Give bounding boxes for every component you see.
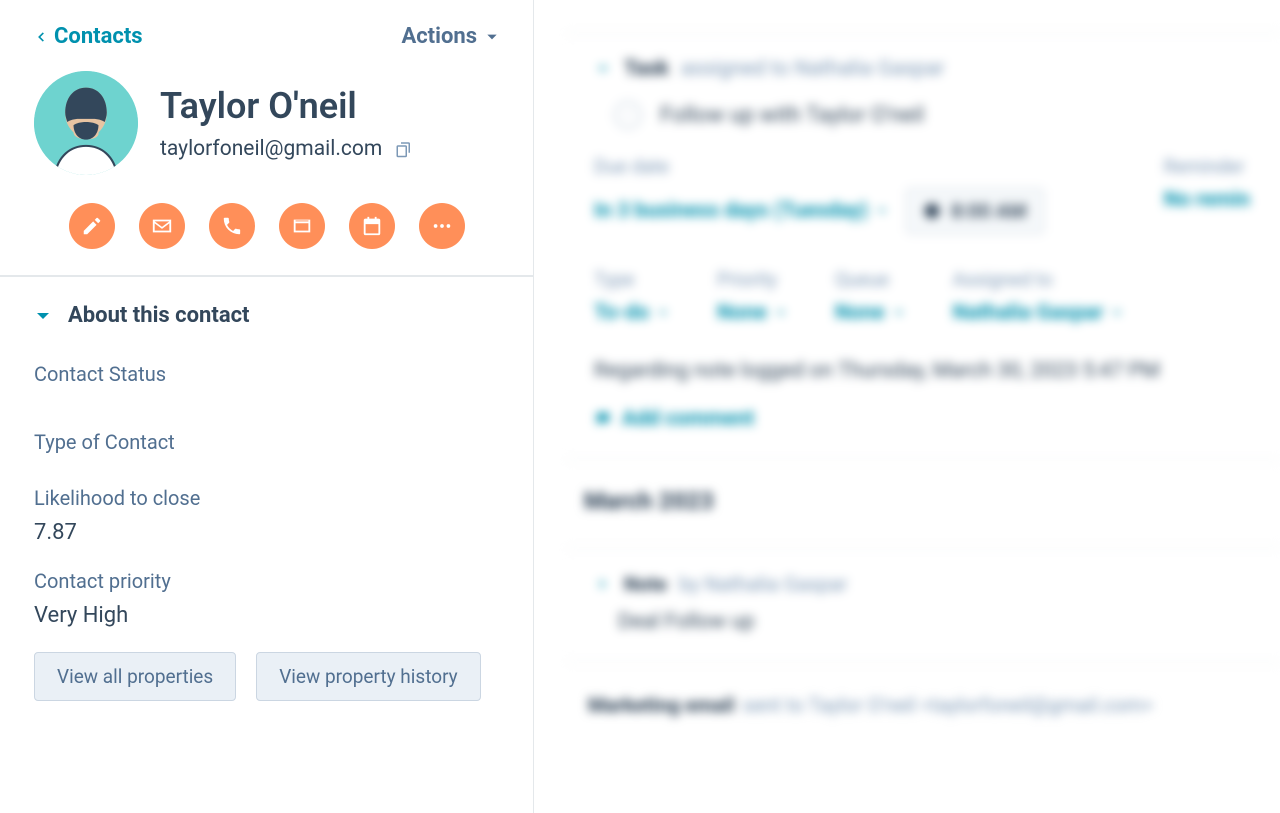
window-icon: [291, 215, 313, 237]
contact-status-label: Contact Status: [34, 362, 499, 386]
due-time-value: 8:00 AM: [951, 199, 1027, 223]
task-complete-checkbox[interactable]: [614, 101, 642, 129]
actions-menu[interactable]: Actions: [401, 24, 499, 49]
priority-value: None: [717, 301, 767, 325]
add-comment-label: Add comment: [622, 407, 754, 431]
assigned-to-label: Assigned to: [953, 268, 1124, 291]
contact-priority-label: Contact priority: [34, 569, 499, 593]
queue-label: Queue: [835, 268, 905, 291]
avatar[interactable]: [34, 71, 138, 175]
note-button[interactable]: [69, 203, 115, 249]
activity-timeline: Task assigned to Nathalia Gaspar Follow …: [534, 0, 1280, 813]
caret-down-icon: [485, 30, 499, 44]
likelihood-to-close-value: 7.87: [34, 520, 499, 545]
call-button[interactable]: [209, 203, 255, 249]
assigned-to-selector[interactable]: Nathalia Gaspar: [953, 301, 1124, 325]
note-entity-label: Note: [624, 572, 667, 596]
envelope-icon: [151, 215, 173, 237]
log-button[interactable]: [279, 203, 325, 249]
add-comment-button[interactable]: Add comment: [594, 407, 754, 431]
contact-left-panel: Contacts Actions Taylor O'neil: [0, 0, 534, 813]
likelihood-to-close-label: Likelihood to close: [34, 486, 499, 510]
queue-selector[interactable]: None: [835, 301, 905, 325]
phone-icon: [221, 215, 243, 237]
assigned-to-value: Nathalia Gaspar: [953, 301, 1104, 325]
caret-down-icon: [893, 307, 905, 319]
due-time-selector[interactable]: 8:00 AM: [906, 188, 1044, 234]
meeting-button[interactable]: [349, 203, 395, 249]
chevron-right-icon: [596, 577, 610, 591]
priority-label: Priority: [717, 268, 787, 291]
task-card[interactable]: Task assigned to Nathalia Gaspar Follow …: [564, 32, 1280, 461]
contact-action-bar: [0, 203, 533, 275]
note-by-text: by Nathalia Gaspar: [679, 572, 847, 596]
contact-header: Taylor O'neil taylorfoneil@gmail.com: [0, 61, 533, 203]
note-card[interactable]: Note by Nathalia Gaspar Deal Follow up: [564, 547, 1280, 663]
task-title[interactable]: Follow up with Taylor O'neil: [660, 103, 924, 128]
marketing-email-sent-text: sent to Taylor O'neil <taylorfoneil@gmai…: [743, 693, 1154, 717]
chevron-left-icon: [34, 30, 48, 44]
reminder-selector[interactable]: No remin: [1164, 188, 1250, 212]
note-body: Deal Follow up: [618, 610, 1250, 634]
clock-icon: [923, 202, 941, 220]
contact-email[interactable]: taylorfoneil@gmail.com: [160, 137, 382, 161]
contact-name: Taylor O'neil: [160, 85, 414, 127]
type-value: To-do: [594, 301, 649, 325]
more-button[interactable]: [419, 203, 465, 249]
chevron-down-icon: [596, 62, 610, 76]
chevron-down-icon: [34, 307, 52, 325]
comment-icon: [594, 410, 612, 428]
queue-value: None: [835, 301, 885, 325]
marketing-email-entity: Marketing email: [588, 693, 735, 717]
calendar-icon: [361, 215, 383, 237]
caret-down-icon: [876, 205, 888, 217]
task-assigned-text: assigned to Nathalia Gaspar: [681, 57, 945, 81]
about-section-title: About this contact: [68, 303, 250, 328]
task-entity-label: Task: [624, 57, 669, 81]
type-selector[interactable]: To-do: [594, 301, 669, 325]
type-label: Type: [594, 268, 669, 291]
pencil-square-icon: [81, 215, 103, 237]
due-date-value: In 3 business days (Tuesday): [594, 199, 868, 223]
type-of-contact-label: Type of Contact: [34, 430, 499, 454]
caret-down-icon: [657, 307, 669, 319]
checkmark-icon: [620, 107, 636, 123]
view-property-history-button[interactable]: View property history: [256, 652, 480, 701]
view-all-properties-button[interactable]: View all properties: [34, 652, 236, 701]
more-dots-icon: [431, 215, 453, 237]
back-to-contacts[interactable]: Contacts: [34, 24, 143, 49]
priority-selector[interactable]: None: [717, 301, 787, 325]
copy-email-button[interactable]: [394, 139, 414, 159]
avatar-illustration-icon: [34, 71, 138, 175]
email-button[interactable]: [139, 203, 185, 249]
regarding-text: Regarding note logged on Thursday, March…: [594, 359, 1250, 383]
about-section-toggle[interactable]: About this contact: [34, 303, 499, 328]
caret-down-icon: [775, 307, 787, 319]
due-date-label: Due date: [594, 155, 1044, 178]
collapse-task-toggle[interactable]: [594, 60, 612, 78]
marketing-email-card[interactable]: Marketing email sent to Taylor O'neil <t…: [534, 663, 1280, 727]
back-label: Contacts: [54, 24, 143, 49]
actions-label: Actions: [401, 24, 477, 49]
expand-note-toggle[interactable]: [594, 575, 612, 593]
timeline-month-header: March 2023: [534, 461, 1280, 537]
reminder-value: No remin: [1164, 188, 1250, 212]
contact-priority-value: Very High: [34, 603, 499, 628]
caret-down-icon: [1111, 307, 1123, 319]
due-date-selector[interactable]: In 3 business days (Tuesday): [594, 199, 888, 223]
reminder-label: Reminder: [1164, 155, 1250, 178]
copy-icon: [395, 140, 413, 158]
